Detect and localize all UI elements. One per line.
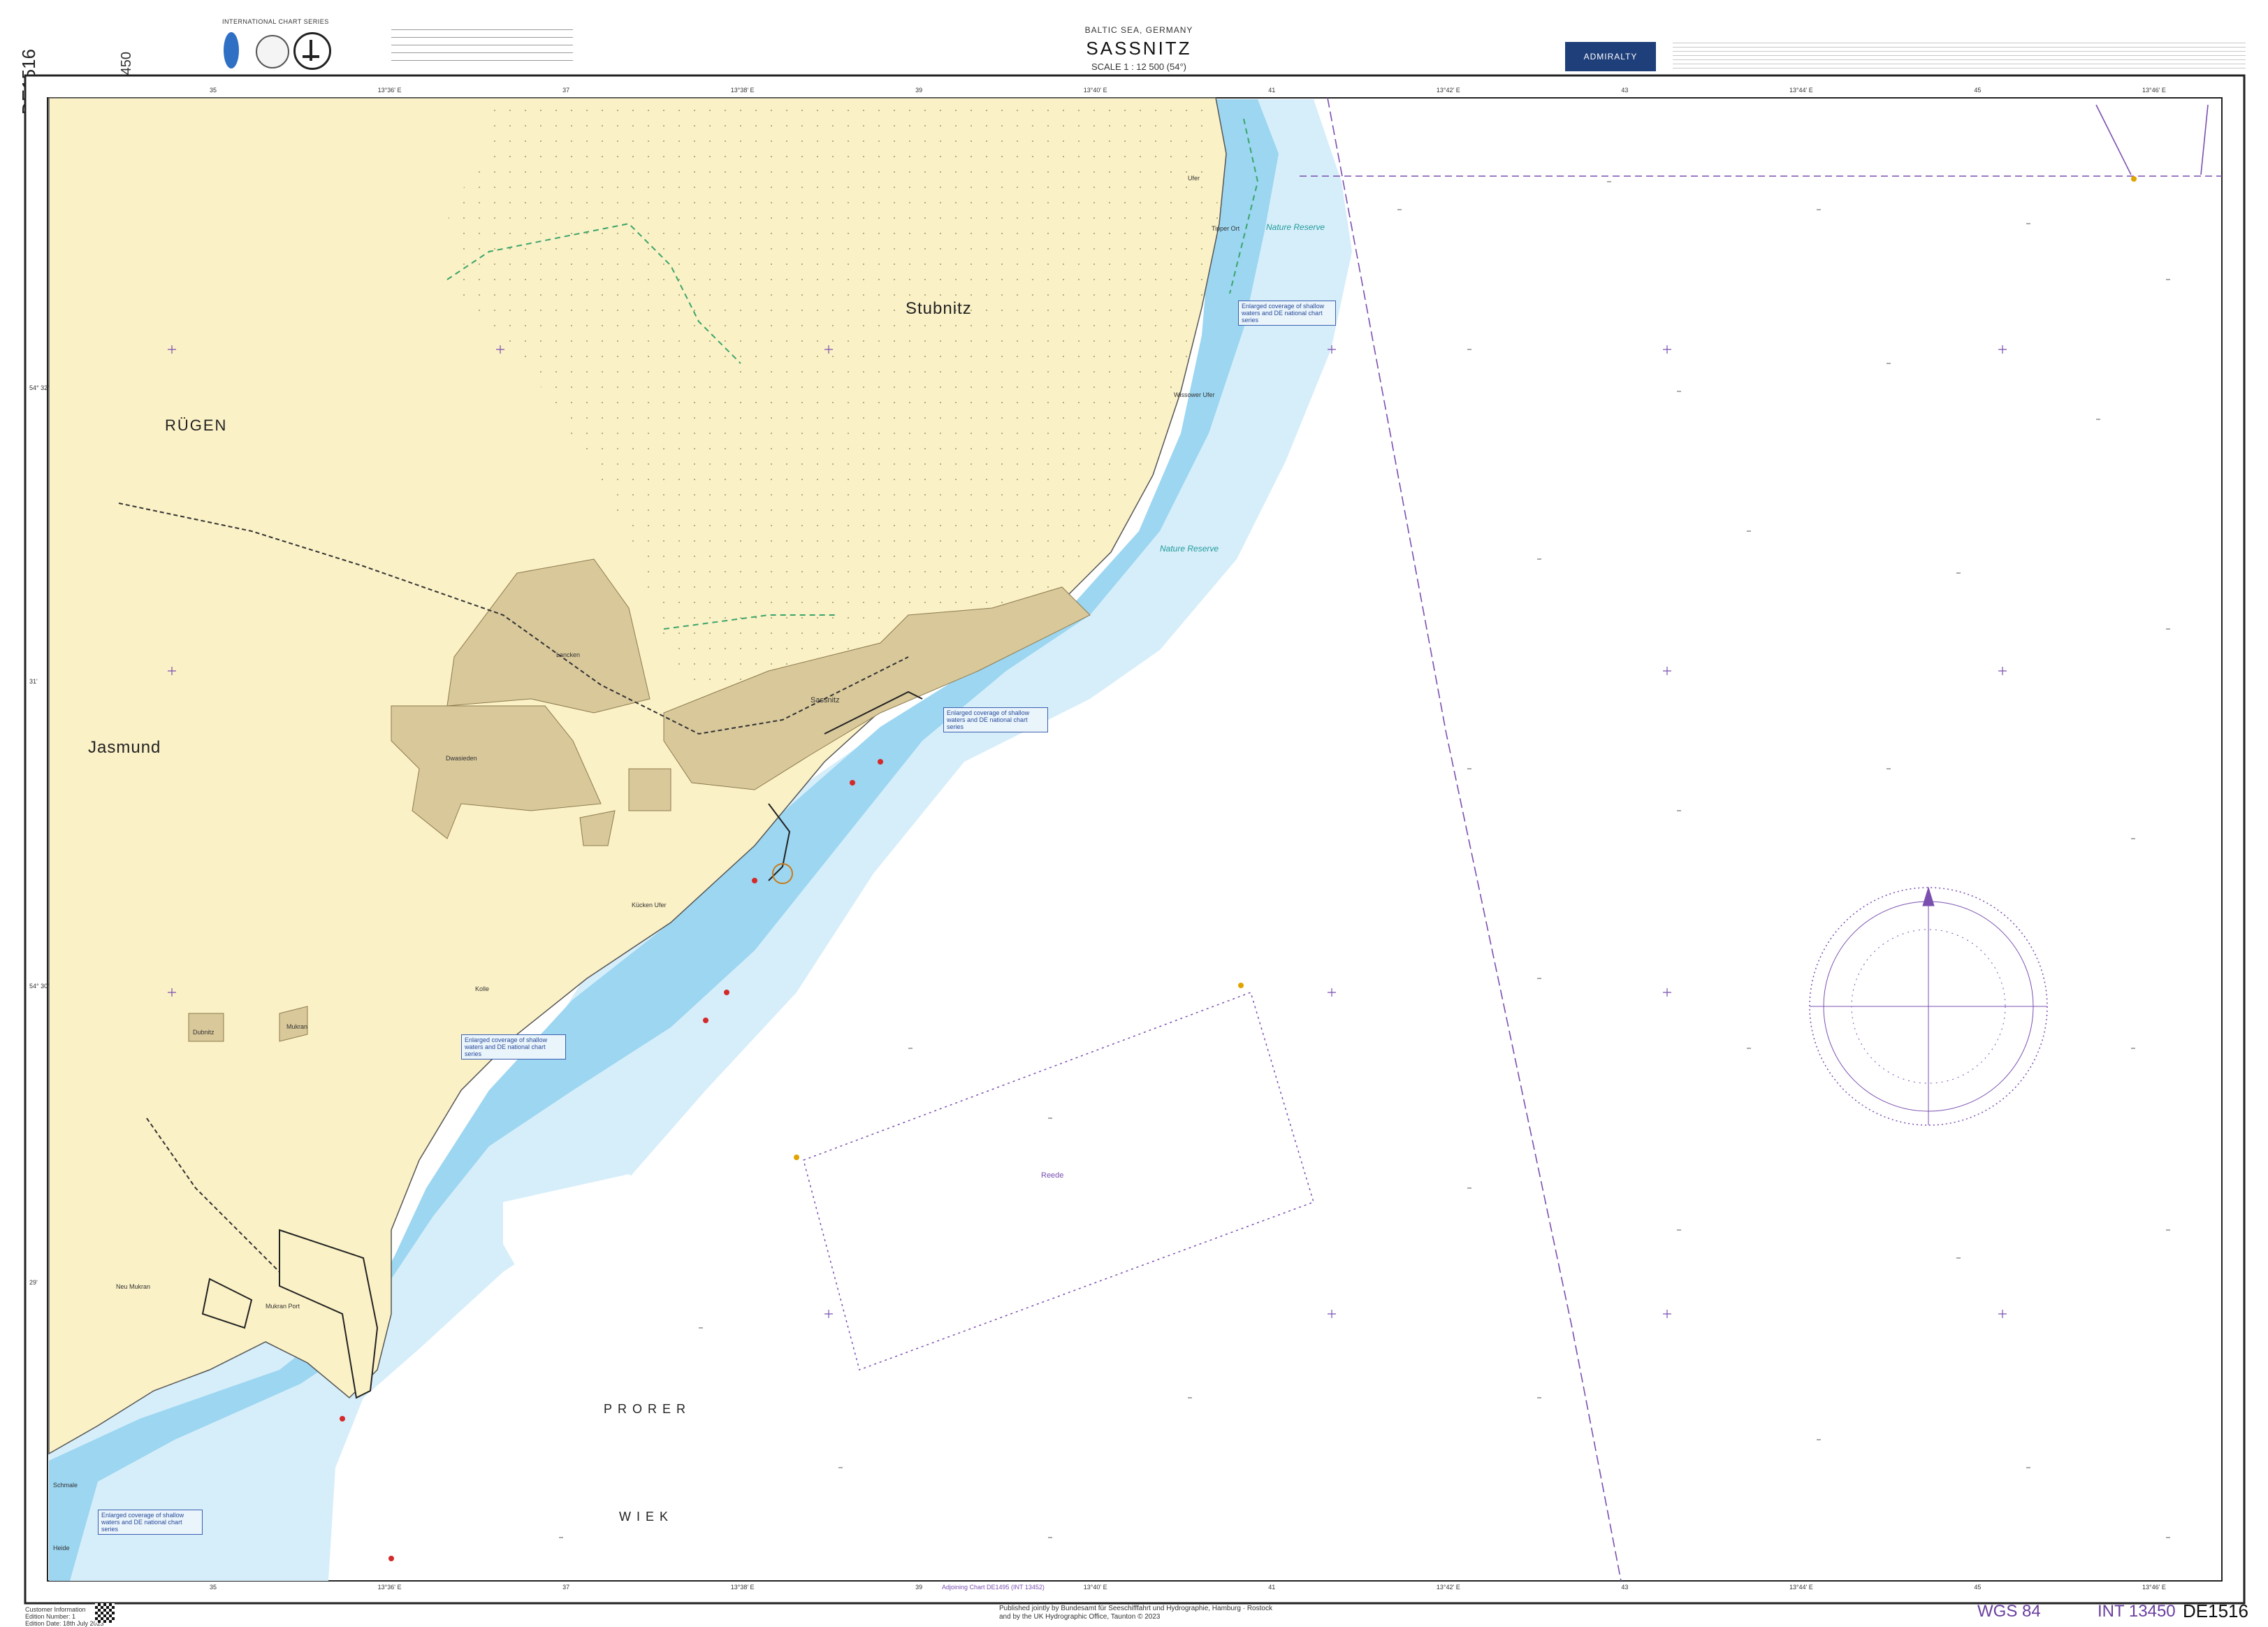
top-tick: 13°36' E <box>377 87 402 94</box>
bottom-tick: 39 <box>915 1584 923 1591</box>
label-tipper-ort: Tipper Ort <box>1212 225 1240 232</box>
label-mukran: Mukran <box>286 1023 308 1030</box>
left-lat-1: 54° 32' <box>29 384 49 391</box>
adjoining-chart-note: Adjoining Chart DE1495 (INT 13452) <box>942 1584 1045 1591</box>
publisher-info: Published jointly by Bundesamt für Seesc… <box>999 1605 1272 1621</box>
left-lat-3: 54° 30' <box>29 983 49 990</box>
top-tick: 13°42' E <box>1436 87 1460 94</box>
top-tick: 37 <box>562 87 570 94</box>
dubnitz-built-up <box>188 1013 224 1042</box>
shallow-water-note-3: Enlarged coverage of shallow waters and … <box>461 1034 566 1060</box>
top-tick: 13°44' E <box>1789 87 1813 94</box>
nautical-chart <box>24 74 2246 1605</box>
label-jasmund: Jasmund <box>88 738 161 757</box>
footer-int-number: INT 13450 <box>2098 1602 2176 1621</box>
bottom-tick: 13°46' E <box>2142 1584 2166 1591</box>
top-tick: 43 <box>1621 87 1629 94</box>
label-schmale: Schmale <box>53 1482 78 1489</box>
bottom-tick: 13°42' E <box>1436 1584 1460 1591</box>
top-tick: 45 <box>1974 87 1982 94</box>
top-tick: 13°46' E <box>2142 87 2166 94</box>
top-tick: 13°40' E <box>1083 87 1107 94</box>
qr-code-icon <box>95 1603 115 1623</box>
label-kolle: Kolle <box>475 985 490 992</box>
label-lancken: Lancken <box>556 651 581 658</box>
bottom-tick: 13°38' E <box>730 1584 755 1591</box>
left-lat-4: 29' <box>29 1279 38 1286</box>
shallow-water-note-4: Enlarged coverage of shallow waters and … <box>98 1510 203 1535</box>
top-graticule-ticks: 35 13°36' E 37 13°38' E 39 13°40' E 41 1… <box>210 87 2166 94</box>
label-neu-mukran: Neu Mukran <box>116 1283 151 1290</box>
datum-label: WGS 84 <box>1977 1602 2041 1621</box>
bottom-tick: 45 <box>1974 1584 1982 1591</box>
publisher-line-1: Published jointly by Bundesamt für Seesc… <box>999 1605 1272 1612</box>
label-nature-reserve-north: Nature Reserve <box>1266 222 1325 232</box>
label-prorer: PRORER <box>604 1402 692 1416</box>
bottom-tick: 13°40' E <box>1083 1584 1107 1591</box>
label-nature-reserve-south: Nature Reserve <box>1160 544 1219 554</box>
top-tick: 13°38' E <box>730 87 755 94</box>
label-heide: Heide <box>53 1545 70 1552</box>
footer-chart-number: DE1516 <box>2183 1600 2248 1621</box>
left-lat-2: 31' <box>29 678 38 685</box>
bottom-tick: 13°36' E <box>377 1584 402 1591</box>
label-stubnitz: Stubnitz <box>906 299 972 318</box>
label-dubnitz: Dubnitz <box>193 1029 215 1036</box>
label-wiek: WIEK <box>619 1510 674 1524</box>
shallow-water-note-1: Enlarged coverage of shallow waters and … <box>1238 301 1336 326</box>
label-rugen: RÜGEN <box>165 417 228 434</box>
bottom-tick: 37 <box>562 1584 570 1591</box>
edition-line-1: Customer Information <box>25 1606 86 1613</box>
bottom-tick: 43 <box>1621 1584 1629 1591</box>
top-tick: 39 <box>915 87 923 94</box>
label-dwasieden: Dwasieden <box>446 755 477 762</box>
label-mukran-port: Mukran Port <box>266 1303 300 1310</box>
bottom-graticule-ticks: 35 13°36' E 37 13°38' E 39 13°40' E 41 1… <box>210 1584 2166 1591</box>
label-kucken-ufer: Kücken Ufer <box>632 902 667 909</box>
shallow-water-note-2: Enlarged coverage of shallow waters and … <box>943 707 1048 732</box>
top-tick: 35 <box>210 87 217 94</box>
edition-line-2: Edition Number: 1 <box>25 1613 76 1620</box>
label-wissower-ufer: Wissower Ufer <box>1174 391 1215 398</box>
label-reede: Reede <box>1041 1171 1064 1180</box>
label-sassnitz: Sassnitz <box>810 696 840 704</box>
bottom-tick: 41 <box>1268 1584 1276 1591</box>
label-ufer: Ufer <box>1188 175 1200 182</box>
edition-line-3: Edition Date: 18th July 2023 <box>25 1620 104 1627</box>
small-block-1 <box>628 768 671 811</box>
bottom-tick: 13°44' E <box>1789 1584 1813 1591</box>
bottom-tick: 35 <box>210 1584 217 1591</box>
top-tick: 41 <box>1268 87 1276 94</box>
publisher-line-2: and by the UK Hydrographic Office, Taunt… <box>999 1613 1161 1621</box>
